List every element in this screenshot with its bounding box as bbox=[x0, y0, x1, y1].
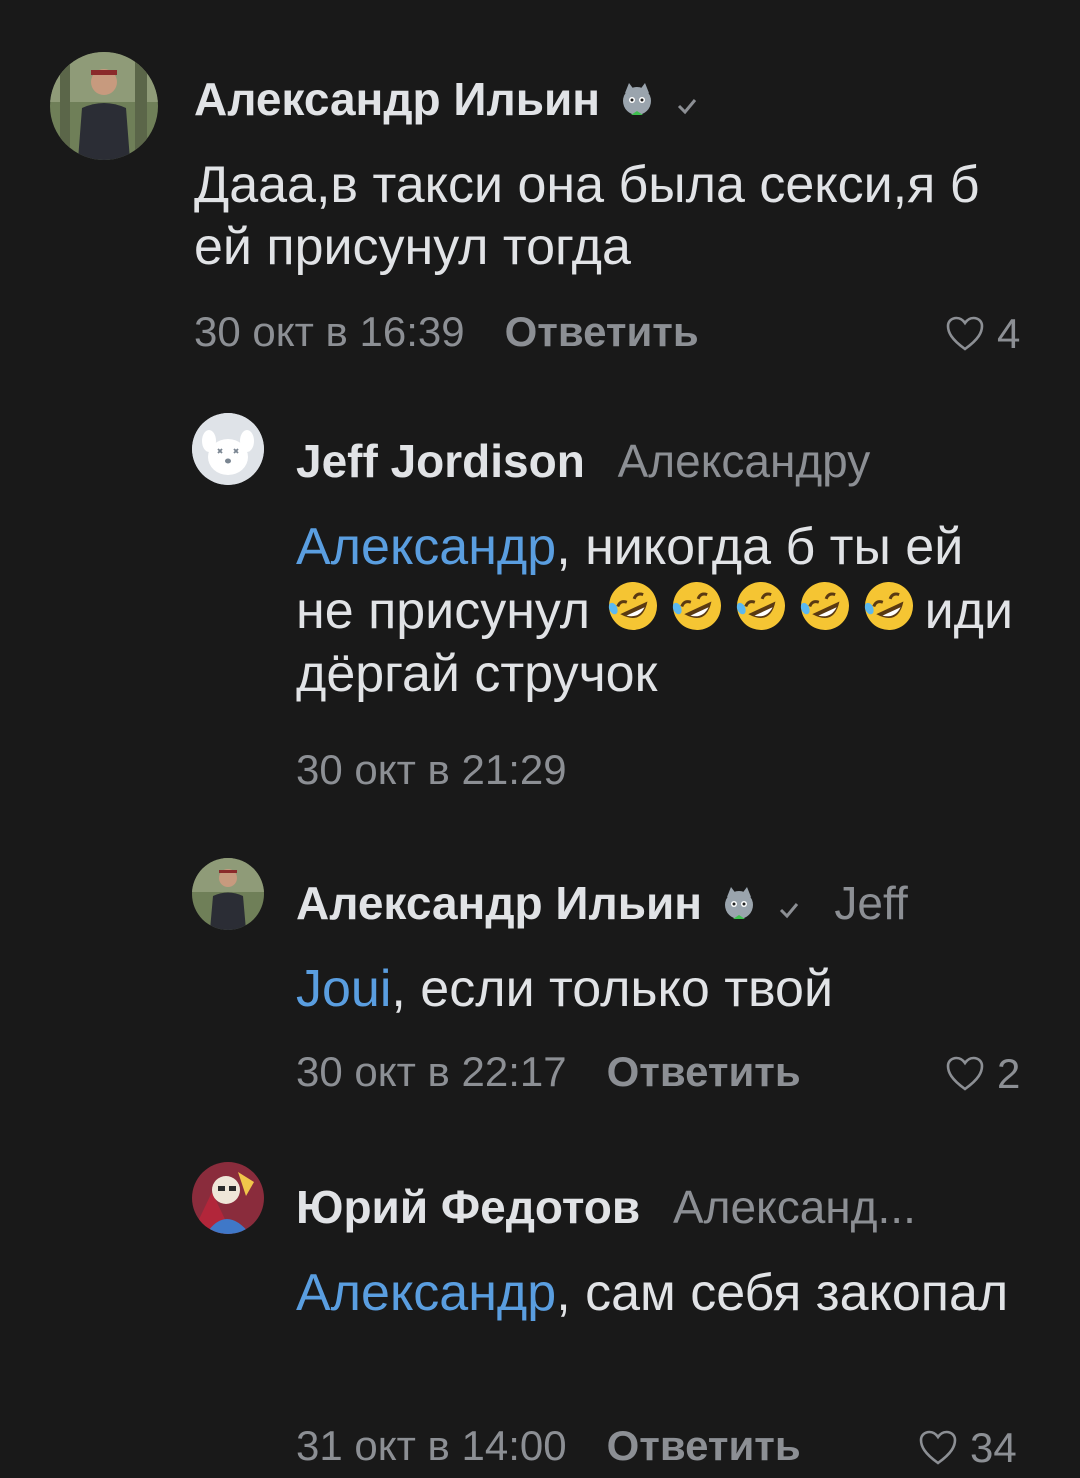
comment-text: Александр, сам себя закопал bbox=[296, 1264, 1009, 1322]
author-name[interactable]: Александр Ильин bbox=[194, 72, 700, 130]
avatar[interactable] bbox=[192, 858, 264, 930]
heart-icon bbox=[946, 316, 984, 351]
comment-meta: 30 окт в 16:39 Ответить bbox=[194, 308, 699, 356]
rofl-emoji-icon bbox=[800, 582, 849, 631]
like-count: 34 bbox=[970, 1424, 1017, 1471]
verified-check-icon bbox=[776, 880, 802, 934]
mention-link[interactable]: Joui bbox=[296, 960, 391, 1018]
reply-to-name[interactable]: Александру bbox=[618, 435, 871, 487]
heart-icon bbox=[919, 1430, 957, 1465]
timestamp: 30 окт в 16:39 bbox=[194, 308, 465, 355]
cat-badge-icon bbox=[719, 880, 759, 934]
comment-meta: 30 окт в 22:17 Ответить bbox=[296, 1048, 801, 1096]
like-button[interactable]: 2 bbox=[945, 1050, 1020, 1098]
comment-text: Joui, если только твой bbox=[296, 960, 834, 1018]
timestamp: 30 окт в 21:29 bbox=[296, 746, 567, 793]
reply-button[interactable]: Ответить bbox=[607, 1422, 801, 1469]
reply-button[interactable]: Ответить bbox=[607, 1048, 801, 1095]
mention-link[interactable]: Александр bbox=[296, 1264, 556, 1322]
comment-text: Александр, никогда б ты ей не присунул и… bbox=[296, 518, 1014, 703]
comment-meta: 31 окт в 14:00 Ответить bbox=[296, 1422, 801, 1470]
mention-link[interactable]: Александр bbox=[296, 518, 556, 576]
reply-to-name[interactable]: Александ... bbox=[673, 1181, 916, 1233]
author-name[interactable]: Юрий Федотов Александ... bbox=[296, 1180, 916, 1234]
like-count: 2 bbox=[997, 1050, 1021, 1097]
like-button[interactable]: 4 bbox=[945, 310, 1020, 358]
author-name[interactable]: Jeff Jordison Александру bbox=[296, 434, 870, 488]
rofl-emoji-icon bbox=[608, 582, 657, 631]
rofl-emoji-icon bbox=[736, 582, 785, 631]
timestamp: 31 окт в 14:00 bbox=[296, 1422, 567, 1469]
rofl-emoji-icon bbox=[672, 582, 721, 631]
rofl-emoji-icon bbox=[864, 582, 913, 631]
like-count: 4 bbox=[997, 310, 1021, 357]
avatar[interactable] bbox=[192, 413, 264, 485]
reply-button[interactable]: Ответить bbox=[505, 308, 699, 355]
author-name[interactable]: Александр Ильин Jeff bbox=[296, 876, 908, 934]
comment-meta: 30 окт в 21:29 bbox=[296, 746, 567, 794]
cat-badge-icon bbox=[617, 76, 657, 130]
avatar[interactable] bbox=[50, 52, 158, 160]
like-button[interactable]: 34 bbox=[918, 1424, 1017, 1472]
reply-to-name[interactable]: Jeff bbox=[834, 877, 907, 929]
comment-text: Дааа,в такси она была секси,я б ей прису… bbox=[194, 156, 980, 277]
timestamp: 30 окт в 22:17 bbox=[296, 1048, 567, 1095]
avatar[interactable] bbox=[192, 1162, 264, 1234]
verified-check-icon bbox=[674, 76, 700, 130]
rofl-emoji-group bbox=[605, 582, 925, 640]
heart-icon bbox=[946, 1056, 984, 1091]
